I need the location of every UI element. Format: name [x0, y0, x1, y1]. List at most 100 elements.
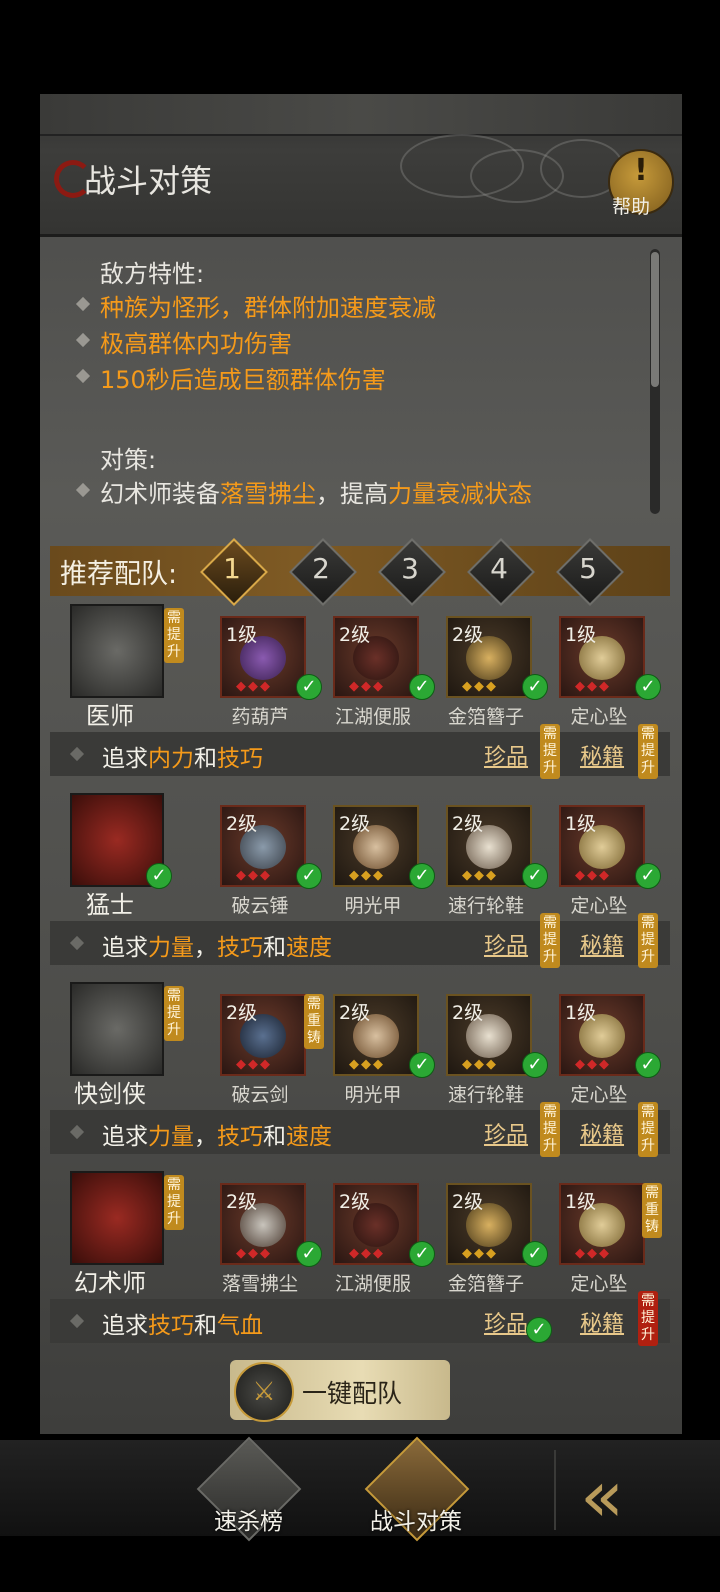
- recommend-label: 推荐配队:: [60, 559, 178, 590]
- equip-level: 2级: [452, 1002, 484, 1024]
- equip-level: 2级: [452, 813, 484, 835]
- check-icon: ✓: [296, 1241, 322, 1267]
- equip-slot[interactable]: 2级 ◆◆◆: [220, 994, 306, 1076]
- panel-header: 战斗对策 ! 帮助: [40, 94, 682, 237]
- equip-slot[interactable]: 2级 ◆◆◆: [446, 805, 532, 887]
- check-icon: ✓: [635, 1052, 661, 1078]
- pursue-row: 追求力量，技巧和速度 珍品 需提升 秘籍 需提升: [50, 913, 670, 968]
- treasure-link[interactable]: 珍品: [484, 739, 528, 771]
- equip-slot[interactable]: 2级 ◆◆◆: [333, 616, 419, 698]
- equip-level: 2级: [452, 1191, 484, 1213]
- rank-dots: ◆◆◆: [349, 1246, 385, 1261]
- upgrade-tag: 需提升: [540, 724, 560, 779]
- bullet-icon: [69, 935, 85, 951]
- equip-level: 2级: [452, 624, 484, 646]
- equip-slot[interactable]: 1级 ◆◆◆: [559, 1183, 645, 1265]
- upgrade-tag: 需提升: [164, 986, 184, 1041]
- equip-slot[interactable]: 2级 ◆◆◆: [220, 1183, 306, 1265]
- equip-name: 金箔簪子: [447, 1273, 524, 1295]
- help-label: 帮助: [612, 196, 651, 218]
- manual-link[interactable]: 秘籍: [580, 928, 624, 960]
- info-scroll-thumb[interactable]: [651, 252, 659, 387]
- equip-slot[interactable]: 1级 ◆◆◆: [559, 616, 645, 698]
- enemy-heading: 敌方特性:: [100, 260, 205, 288]
- double-chevron-left-icon[interactable]: «: [580, 1460, 624, 1532]
- strategy-line: 幻术师装备落雪拂尘，提高力量衰减状态: [100, 474, 532, 509]
- check-icon: ✓: [522, 1241, 548, 1267]
- pursue-conj: ，: [194, 935, 217, 961]
- pursue-stat: 技巧: [148, 1313, 194, 1339]
- pursue-conj: ，: [194, 1124, 217, 1150]
- enemy-trait: 种族为怪形，群体附加速度衰减: [100, 294, 436, 322]
- pursue-pre: 追求: [102, 1313, 148, 1339]
- check-icon: ✓: [522, 674, 548, 700]
- manual-link[interactable]: 秘籍: [580, 739, 624, 771]
- rank-dots: ◆◆◆: [236, 868, 272, 883]
- one-key-team-label: 一键配队: [302, 1379, 403, 1408]
- pursue-conj: 和: [263, 935, 286, 961]
- bullet-icon: [69, 746, 85, 762]
- pursue-stat: 力量: [148, 935, 194, 961]
- check-icon: ✓: [409, 1052, 435, 1078]
- strategy-item: 落雪拂尘: [220, 480, 316, 508]
- role-row-swordsman: 需提升 快剑侠 2级 ◆◆◆ 需重铸 破云剑 2级 ◆◆◆ ✓ 明光甲 2级 ◆◆◆ …: [50, 980, 670, 1160]
- strategy-text: 幻术师装备: [100, 480, 220, 508]
- manual-link[interactable]: 秘籍: [580, 1117, 624, 1149]
- equip-slot[interactable]: 2级 ◆◆◆: [333, 994, 419, 1076]
- equip-name: 江湖便服: [334, 706, 411, 728]
- check-icon: ✓: [522, 863, 548, 889]
- strategy-text: ，提高: [316, 480, 388, 508]
- rank-dots: ◆◆◆: [236, 679, 272, 694]
- battle-strategy-panel: 战斗对策 ! 帮助 敌方特性: 种族为怪形，群体附加速度衰减 极高群体内功伤害 …: [40, 94, 682, 1434]
- equip-name: 定心坠: [570, 895, 628, 917]
- equip-slot[interactable]: 1级 ◆◆◆: [559, 994, 645, 1076]
- equip-slot[interactable]: 1级 ◆◆◆: [220, 616, 306, 698]
- illusionist-avatar[interactable]: [70, 1171, 164, 1265]
- equip-name: 定心坠: [570, 1084, 628, 1106]
- team-tab-3-label: 3: [401, 552, 419, 585]
- equip-slot[interactable]: 2级 ◆◆◆: [446, 1183, 532, 1265]
- equip-level: 2级: [226, 1002, 258, 1024]
- equip-slot[interactable]: 2级 ◆◆◆: [446, 616, 532, 698]
- role-row-doctor: 需提升 医师 1级 ◆◆◆ ✓ 药葫芦 2级 ◆◆◆ ✓ 江湖便服 2级 ◆◆◆ ✓ …: [50, 602, 670, 782]
- enemy-trait: 150秒后造成巨额群体伤害: [100, 366, 386, 394]
- bullet-icon: [75, 368, 91, 384]
- pursue-row: 追求力量，技巧和速度 珍品 需提升 秘籍 需提升: [50, 1102, 670, 1157]
- equip-name: 速行轮鞋: [447, 895, 524, 917]
- equip-slot[interactable]: 2级 ◆◆◆: [220, 805, 306, 887]
- strategy-heading: 对策:: [100, 446, 157, 474]
- rank-dots: ◆◆◆: [462, 1057, 498, 1072]
- equip-slot[interactable]: 2级 ◆◆◆: [446, 994, 532, 1076]
- pursue-stat: 速度: [286, 935, 332, 961]
- treasure-link[interactable]: 珍品: [484, 1117, 528, 1149]
- doctor-avatar[interactable]: [70, 604, 164, 698]
- upgrade-tag: 需提升: [164, 608, 184, 663]
- treasure-link[interactable]: 珍品: [484, 1306, 528, 1338]
- upgrade-tag: 需提升: [540, 913, 560, 968]
- pursue-stat: 内力: [148, 746, 194, 772]
- equip-slot[interactable]: 1级 ◆◆◆: [559, 805, 645, 887]
- equip-slot[interactable]: 2级 ◆◆◆: [333, 1183, 419, 1265]
- pursue-row: 追求内力和技巧 珍品 需提升 秘籍 需提升: [50, 724, 670, 779]
- equip-slot[interactable]: 2级 ◆◆◆: [333, 805, 419, 887]
- team-tab-1-label: 1: [223, 552, 241, 585]
- header-band: [40, 94, 682, 136]
- pursue-row: 追求技巧和气血 珍品 ✓ 秘籍 需提升: [50, 1291, 670, 1346]
- treasure-link[interactable]: 珍品: [484, 928, 528, 960]
- equip-name: 定心坠: [570, 706, 628, 728]
- equip-level: 2级: [226, 813, 258, 835]
- pursue-text: 追求力量，技巧和速度: [102, 1117, 332, 1151]
- rank-dots: ◆◆◆: [575, 1057, 611, 1072]
- swordsman-avatar[interactable]: [70, 982, 164, 1076]
- role-row-warrior: ✓ 猛士 2级 ◆◆◆ ✓ 破云锤 2级 ◆◆◆ ✓ 明光甲 2级 ◆◆◆ ✓ 速行轮…: [50, 791, 670, 971]
- check-icon: ✓: [296, 674, 322, 700]
- manual-link[interactable]: 秘籍: [580, 1306, 624, 1338]
- upgrade-tag: 需提升: [638, 1102, 658, 1157]
- equip-name: 定心坠: [570, 1273, 628, 1295]
- rank-dots: ◆◆◆: [462, 679, 498, 694]
- pursue-stat: 力量: [148, 1124, 194, 1150]
- check-icon: ✓: [409, 674, 435, 700]
- upgrade-tag: 需提升: [638, 1291, 658, 1346]
- bullet-icon: [69, 1124, 85, 1140]
- equip-name: 破云剑: [231, 1084, 289, 1106]
